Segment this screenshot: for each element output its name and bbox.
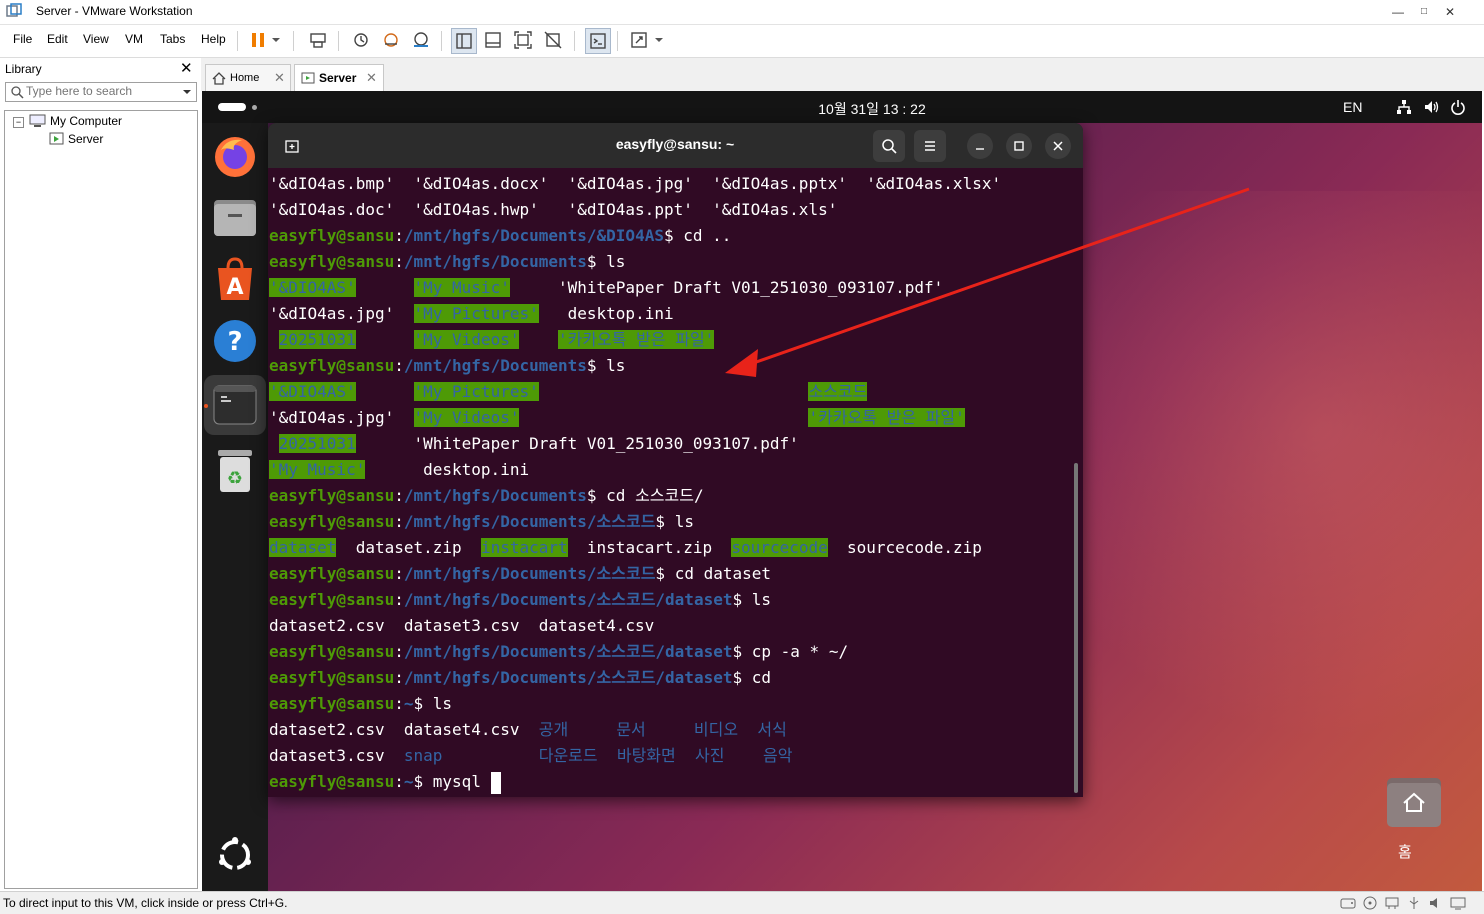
menu-vm[interactable]: VM — [125, 32, 143, 46]
tab-home[interactable]: Home ✕ — [205, 64, 291, 92]
library-tree: − My Computer Server — [4, 110, 198, 889]
toolbar-separator — [293, 31, 294, 51]
send-ctrl-alt-del-icon[interactable] — [306, 28, 330, 52]
tree-collapse-toggle[interactable]: − — [13, 117, 24, 128]
tab-server-label: Server — [319, 71, 357, 85]
chevron-down-icon[interactable] — [182, 89, 192, 95]
home-folder-desktop-icon[interactable] — [1386, 777, 1442, 829]
search-icon — [11, 86, 24, 99]
status-bar: To direct input to this VM, click inside… — [0, 891, 1484, 914]
tree-item-my-computer[interactable]: My Computer — [50, 114, 122, 128]
usb-icon[interactable] — [1406, 896, 1422, 910]
vm-running-icon — [301, 72, 315, 84]
menu-edit[interactable]: Edit — [47, 32, 68, 46]
library-title: Library — [5, 62, 42, 76]
full-screen-icon[interactable] — [511, 28, 535, 52]
hard-disk-icon[interactable] — [1340, 896, 1356, 910]
toolbar-separator — [574, 31, 575, 51]
maximize-button[interactable]: □ — [1413, 2, 1435, 22]
thumbnail-bar-icon[interactable] — [481, 28, 505, 52]
tab-server[interactable]: Server ✕ — [294, 64, 384, 92]
library-panel: Library ✕ − My Computer Server — [0, 58, 200, 891]
home-icon — [212, 72, 226, 85]
cd-drive-icon[interactable] — [1362, 896, 1378, 910]
tab-bar: Home ✕ Server ✕ — [201, 58, 1484, 92]
show-library-icon[interactable] — [451, 28, 477, 54]
vm-running-icon — [49, 132, 64, 145]
tab-server-close-icon[interactable]: ✕ — [366, 70, 377, 86]
status-message: To direct input to this VM, click inside… — [3, 896, 288, 910]
snapshot-icon[interactable] — [349, 28, 373, 52]
menu-tabs[interactable]: Tabs — [160, 32, 185, 46]
menu-view[interactable]: View — [83, 32, 109, 46]
stretch-guest-icon[interactable] — [627, 28, 651, 52]
toolbar-separator — [237, 31, 238, 51]
pause-icon[interactable] — [246, 28, 270, 52]
library-search-input[interactable] — [26, 84, 176, 98]
menu-bar: File Edit View VM Tabs Help — [0, 25, 1484, 58]
toolbar-separator — [338, 31, 339, 51]
tree-item-server[interactable]: Server — [68, 132, 103, 146]
menu-help[interactable]: Help — [201, 32, 226, 46]
snapshot-manager-icon[interactable] — [409, 28, 433, 52]
title-bar: Server - VMware Workstation — □ ✕ — [0, 0, 1484, 25]
home-folder-label: 홈 — [1398, 844, 1412, 861]
tab-home-label: Home — [230, 72, 260, 84]
sound-card-icon[interactable] — [1428, 896, 1444, 910]
console-view-icon[interactable] — [585, 28, 611, 54]
minimize-button[interactable]: — — [1387, 2, 1409, 22]
toolbar-separator — [441, 31, 442, 51]
annotation-arrow — [725, 187, 1250, 377]
window-title: Server - VMware Workstation — [36, 4, 193, 18]
home-folder-icon — [1387, 778, 1441, 827]
unity-mode-icon[interactable] — [541, 28, 565, 52]
toolbar-separator — [617, 31, 618, 51]
close-button[interactable]: ✕ — [1439, 2, 1461, 22]
display-icon[interactable] — [1450, 896, 1466, 910]
library-close-icon[interactable]: ✕ — [180, 59, 193, 77]
power-dropdown-icon[interactable] — [268, 28, 284, 52]
stretch-dropdown-icon[interactable] — [651, 28, 667, 52]
library-search-box[interactable] — [5, 82, 197, 102]
computer-icon — [29, 114, 46, 127]
vmware-app-icon — [6, 3, 22, 19]
vm-display[interactable]: 10월 31일 13 : 22 EN A ? ♻ easyfly@sansu: … — [202, 91, 1482, 891]
network-adapter-icon[interactable] — [1384, 896, 1400, 910]
revert-snapshot-icon[interactable] — [379, 28, 403, 52]
menu-file[interactable]: File — [13, 32, 32, 46]
tab-home-close-icon[interactable]: ✕ — [274, 70, 285, 86]
